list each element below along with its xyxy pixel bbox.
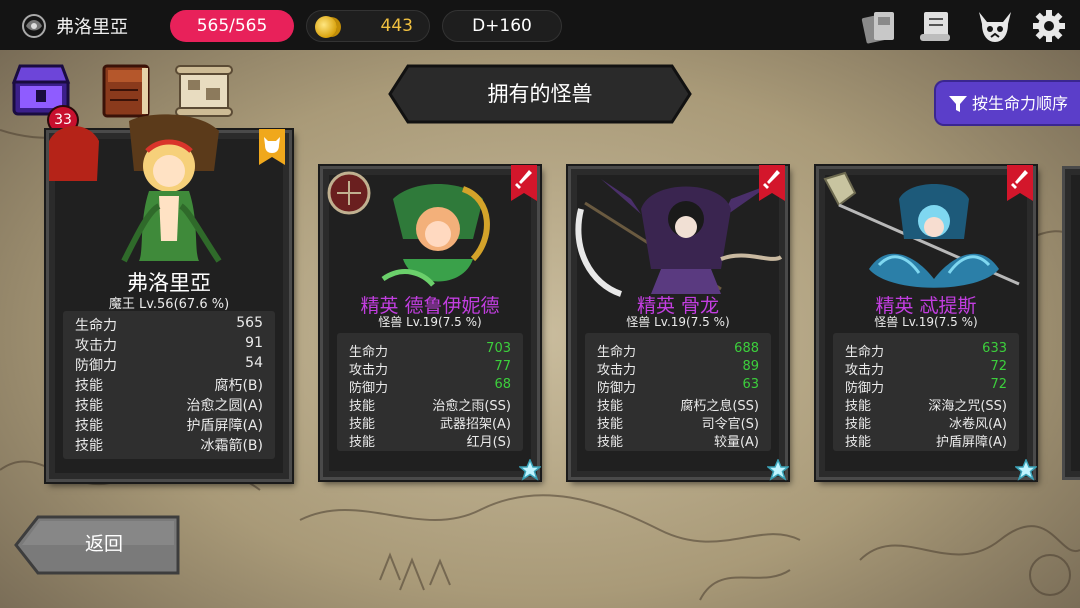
star-rank-icon (519, 459, 541, 481)
sort-button[interactable]: 按生命力顺序 (934, 80, 1080, 126)
stat-label: 技能 (75, 418, 103, 434)
stat-label: 技能 (845, 417, 872, 432)
stat-value: 91 (245, 335, 263, 351)
stat-label: 攻击力 (597, 363, 637, 378)
player-name: 弗洛里亞 (56, 17, 128, 38)
stat-value: 护盾屏障(A) (935, 435, 1007, 450)
back-label: 返回 (84, 533, 123, 555)
stat-value: 腐朽之息(SS) (680, 399, 759, 414)
monster-level: 怪兽 Lv.19(7.5 %) (378, 315, 482, 329)
monster-card-druid[interactable]: 精英 德鲁伊妮德 怪兽 Lv.19(7.5 %) 生命力 703 攻击力 77 防御… (320, 165, 541, 481)
stat-value: 565 (236, 315, 263, 331)
stats-panel: 生命力 565 攻击力 91 防御力 54 技能 腐朽(B) 技能 治愈之圆(A) 技能护… (63, 311, 275, 459)
stat-label: 技能 (597, 399, 624, 414)
stat-label: 攻击力 (75, 338, 117, 354)
stat-label: 生命力 (349, 345, 389, 360)
bone-dragon-portrait (575, 179, 783, 297)
thetis-portrait (823, 171, 1020, 288)
stat-label: 技能 (349, 435, 376, 450)
stat-label: 防御力 (75, 358, 117, 374)
monster-level: 怪兽 Lv.19(7.5 %) (626, 315, 730, 329)
stats-panel: 生命力 633 攻击力 72 防御力 72 技能 深海之咒(SS) 技能 冰卷风(A) 技… (833, 333, 1019, 451)
star-rank-icon (767, 459, 789, 481)
monster-card-demon-lord[interactable]: 弗洛里亞 魔王 Lv.56(67.6 %) 生命力 565 攻击力 91 防御力 54… (46, 114, 292, 482)
stat-value: 633 (982, 341, 1007, 356)
stats-panel: 生命力 703 攻击力 77 防御力 68 技能 治愈之雨(SS) 技能 武器招架(A) … (337, 333, 523, 451)
card-inner (1071, 175, 1080, 471)
stat-label: 攻击力 (845, 363, 885, 378)
stat-label: 技能 (845, 435, 872, 450)
title-banner: 拥有的怪兽 (388, 64, 692, 124)
druid-portrait (327, 171, 490, 287)
scroll-icon[interactable] (918, 8, 956, 44)
stat-label: 生命力 (75, 318, 117, 334)
stat-value: 77 (494, 359, 511, 374)
stat-value: 68 (494, 377, 511, 392)
gold-value: 443 (380, 16, 413, 36)
stat-value: 较量(A) (713, 435, 759, 450)
sword-icon (759, 165, 785, 201)
demon-skull-icon[interactable] (976, 8, 1014, 44)
stat-label: 技能 (349, 399, 376, 414)
sword-icon (511, 165, 537, 201)
stats-panel: 生命力 688 攻击力 89 防御力 63 技能 腐朽之息(SS) 技能 司令官(S) 技… (585, 333, 771, 451)
player-crest-icon (22, 14, 46, 38)
stat-label: 防御力 (597, 381, 637, 396)
monster-level: 魔王 Lv.56(67.6 %) (108, 297, 230, 312)
stat-value: 89 (742, 359, 759, 374)
filter-icon (949, 96, 967, 112)
page-title: 拥有的怪兽 (487, 82, 593, 106)
stat-value: 688 (734, 341, 759, 356)
gold-display: 443 (306, 10, 430, 42)
stat-value: 72 (990, 377, 1007, 392)
stat-value: 护盾屏障(A) (186, 418, 263, 434)
stat-value: 冰卷风(A) (948, 417, 1007, 432)
star-rank-icon (1015, 459, 1037, 481)
stat-value: 武器招架(A) (439, 417, 511, 432)
stat-label: 防御力 (845, 381, 885, 396)
stat-label: 生命力 (597, 345, 637, 360)
gold-coin-icon (315, 16, 337, 38)
stat-value: 63 (742, 377, 759, 392)
stat-value: 冰霜箭(B) (200, 438, 263, 454)
stat-label: 技能 (75, 378, 103, 394)
stat-label: 攻击力 (349, 363, 389, 378)
stat-label: 防御力 (349, 381, 389, 396)
stat-label: 技能 (597, 435, 624, 450)
stat-value: 红月(S) (466, 435, 511, 450)
cards-icon[interactable] (860, 8, 898, 44)
stat-value: 治愈之雨(SS) (432, 399, 511, 414)
stat-label: 生命力 (845, 345, 885, 360)
sort-label: 按生命力顺序 (972, 94, 1069, 113)
stat-label: 技能 (75, 438, 103, 454)
stat-value: 54 (245, 355, 263, 371)
stat-value: 腐朽(B) (214, 378, 263, 394)
stat-value: 703 (486, 341, 511, 356)
top-bar: 弗洛里亞 565/565 443 D+160 (0, 0, 1080, 50)
stat-value: 72 (990, 359, 1007, 374)
stat-value: 深海之咒(SS) (928, 399, 1007, 414)
day-counter: D+160 (442, 10, 562, 42)
beast-face-icon (259, 129, 285, 165)
monster-card-bone-dragon[interactable]: 精英 骨龙 怪兽 Lv.19(7.5 %) 生命力 688 攻击力 89 防御力 63… (568, 165, 789, 481)
stat-value: 治愈之圆(A) (186, 398, 263, 414)
stat-value: 司令官(S) (701, 417, 759, 432)
sword-icon (1007, 165, 1033, 201)
stat-label: 技能 (75, 398, 103, 414)
settings-gear-icon[interactable] (1030, 8, 1068, 44)
stat-label: 技能 (349, 417, 376, 432)
monster-card-next-partial[interactable] (1062, 166, 1080, 480)
monster-level: 怪兽 Lv.19(7.5 %) (874, 315, 978, 329)
hp-display: 565/565 (170, 10, 294, 42)
back-button[interactable]: 返回 (14, 515, 180, 575)
monster-card-thetis[interactable]: 精英 忒提斯 怪兽 Lv.19(7.5 %) 生命力 633 攻击力 72 防御力 7… (816, 165, 1037, 481)
stat-label: 技能 (845, 399, 872, 414)
stat-label: 技能 (597, 417, 624, 432)
